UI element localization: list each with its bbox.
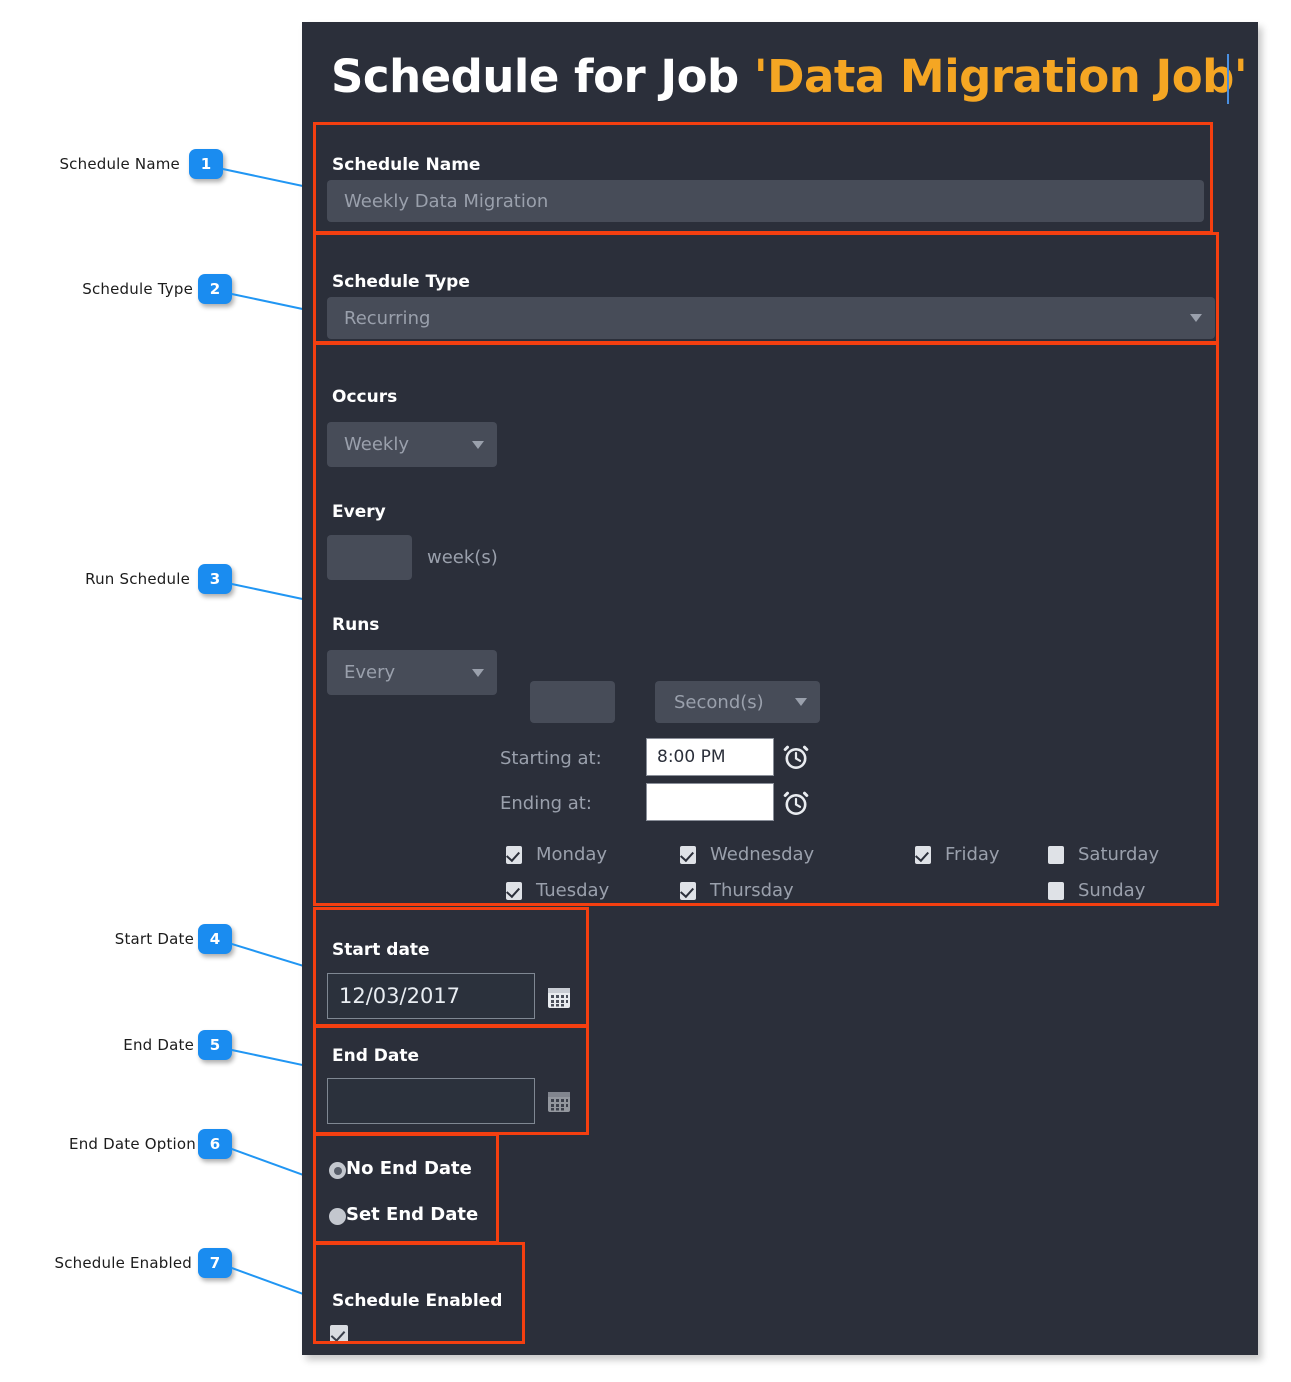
calendar-icon[interactable] <box>546 1088 572 1114</box>
weekday-label-tuesday: Tuesday <box>536 880 610 901</box>
annotation-badge-3: 3 <box>198 564 232 594</box>
annotation-label-start-date: Start Date <box>114 930 194 948</box>
annotation-badge-2: 2 <box>198 274 232 304</box>
calendar-icon[interactable] <box>546 984 572 1010</box>
weekday-checkbox-saturday[interactable] <box>1048 846 1064 864</box>
chevron-down-icon <box>795 698 807 706</box>
start-date-label: Start date <box>332 940 430 960</box>
schedule-enabled-checkbox[interactable] <box>330 1325 348 1344</box>
schedule-name-input[interactable]: Weekly Data Migration <box>327 180 1204 222</box>
weekday-checkbox-thursday[interactable] <box>680 882 696 900</box>
annotation-badge-5: 5 <box>198 1030 232 1060</box>
radio-no-end-date[interactable] <box>329 1162 346 1179</box>
every-label: Every <box>332 502 386 522</box>
weekday-label-thursday: Thursday <box>710 880 794 901</box>
highlight-box-6-end-date-option <box>313 1133 499 1244</box>
page-title: Schedule for Job 'Data Migration Job' <box>331 50 1248 103</box>
weekday-label-sunday: Sunday <box>1078 880 1146 901</box>
annotation-label-end-date-option: End Date Option <box>69 1135 196 1153</box>
every-interval-input[interactable] <box>327 535 412 580</box>
weekday-checkbox-sunday[interactable] <box>1048 882 1064 900</box>
weekday-label-friday: Friday <box>945 844 1000 865</box>
starting-at-input[interactable]: 8:00 PM <box>646 738 774 776</box>
end-date-label: End Date <box>332 1046 420 1066</box>
radio-label-no-end-date: No End Date <box>346 1158 472 1179</box>
runs-interval-input[interactable] <box>530 681 615 723</box>
schedule-dialog-panel: Schedule for Job 'Data Migration Job' Sc… <box>302 22 1258 1355</box>
clock-icon[interactable] <box>783 790 809 816</box>
ending-at-label: Ending at: <box>500 793 592 814</box>
annotation-badge-1: 1 <box>189 149 223 179</box>
weekday-label-monday: Monday <box>536 844 608 865</box>
runs-unit-select[interactable]: Second(s) <box>655 681 820 723</box>
ending-at-input[interactable] <box>646 783 774 821</box>
clock-icon[interactable] <box>783 744 809 770</box>
starting-at-label: Starting at: <box>500 748 602 769</box>
weekday-checkbox-friday[interactable] <box>915 846 931 864</box>
start-date-input[interactable]: 12/03/2017 <box>327 973 535 1019</box>
annotation-label-schedule-type: Schedule Type <box>82 280 193 298</box>
schedule-name-label: Schedule Name <box>332 155 481 175</box>
runs-mode-select[interactable]: Every <box>327 650 497 695</box>
annotation-label-schedule-name: Schedule Name <box>59 155 180 173</box>
weekday-checkbox-wednesday[interactable] <box>680 846 696 864</box>
annotation-leader-1 <box>222 168 313 190</box>
runs-label: Runs <box>332 615 380 635</box>
occurs-label: Occurs <box>332 387 398 407</box>
chevron-down-icon <box>472 668 484 677</box>
runs-unit-value: Second(s) <box>674 691 764 713</box>
text-cursor <box>1227 54 1229 104</box>
chevron-down-icon <box>1190 314 1202 322</box>
annotation-label-schedule-enabled: Schedule Enabled <box>54 1254 192 1272</box>
schedule-type-value: Recurring <box>344 307 431 329</box>
annotation-badge-4: 4 <box>198 924 232 954</box>
end-date-input[interactable] <box>327 1078 535 1124</box>
schedule-enabled-label: Schedule Enabled <box>332 1291 503 1311</box>
page-title-prefix: Schedule for Job <box>331 50 754 103</box>
weekday-label-wednesday: Wednesday <box>710 844 815 865</box>
occurs-value: Weekly <box>344 434 409 455</box>
occurs-select[interactable]: Weekly <box>327 422 497 467</box>
weekday-label-saturday: Saturday <box>1078 844 1160 865</box>
weekday-checkbox-monday[interactable] <box>506 846 522 864</box>
chevron-down-icon <box>472 440 484 449</box>
runs-mode-value: Every <box>344 662 396 683</box>
schedule-type-label: Schedule Type <box>332 272 470 292</box>
annotation-label-end-date: End Date <box>123 1036 194 1054</box>
annotation-badge-7: 7 <box>198 1248 232 1278</box>
schedule-type-select[interactable]: Recurring <box>327 297 1215 339</box>
radio-label-set-end-date: Set End Date <box>346 1204 479 1225</box>
annotation-badge-6: 6 <box>198 1129 232 1159</box>
annotation-label-run-schedule: Run Schedule <box>85 570 190 588</box>
weekday-checkbox-tuesday[interactable] <box>506 882 522 900</box>
radio-set-end-date[interactable] <box>329 1208 346 1225</box>
page-title-job-name: 'Data Migration Job' <box>753 50 1248 103</box>
every-unit-label: week(s) <box>427 547 498 568</box>
